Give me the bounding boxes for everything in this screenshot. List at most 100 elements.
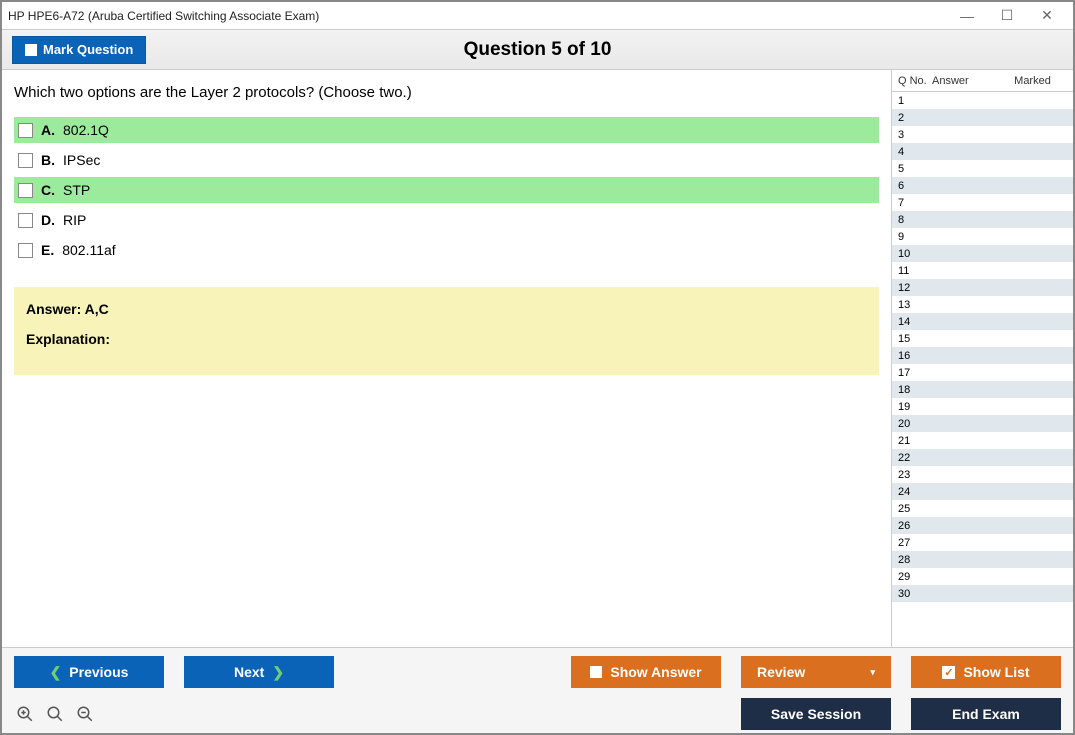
answer-line: Answer: A,C bbox=[26, 301, 867, 317]
question-list-row[interactable]: 8 bbox=[892, 211, 1073, 228]
review-label: Review bbox=[757, 664, 805, 680]
window-controls: — ☐ ✕ bbox=[947, 3, 1067, 29]
question-list-body[interactable]: 1234567891011121314151617181920212223242… bbox=[892, 92, 1073, 647]
save-session-button[interactable]: Save Session bbox=[741, 698, 891, 730]
zoom-reset-icon[interactable] bbox=[44, 703, 66, 725]
question-list-row[interactable]: 27 bbox=[892, 534, 1073, 551]
question-list-row[interactable]: 24 bbox=[892, 483, 1073, 500]
footer-row-primary: ❮ Previous Next ❯ Show Answer Review ▾ ✓… bbox=[14, 656, 1061, 688]
option-row-b[interactable]: B.IPSec bbox=[14, 147, 879, 173]
header-bar: Mark Question Question 5 of 10 bbox=[2, 30, 1073, 70]
question-list-row[interactable]: 1 bbox=[892, 92, 1073, 109]
question-list-row[interactable]: 13 bbox=[892, 296, 1073, 313]
zoom-in-icon[interactable] bbox=[14, 703, 36, 725]
content-area: Which two options are the Layer 2 protoc… bbox=[2, 70, 1073, 647]
option-checkbox[interactable] bbox=[18, 183, 33, 198]
qlist-number: 5 bbox=[892, 163, 932, 175]
question-list-row[interactable]: 19 bbox=[892, 398, 1073, 415]
option-checkbox[interactable] bbox=[18, 243, 33, 258]
question-list-row[interactable]: 11 bbox=[892, 262, 1073, 279]
window-titlebar: HP HPE6-A72 (Aruba Certified Switching A… bbox=[2, 2, 1073, 30]
question-list-row[interactable]: 29 bbox=[892, 568, 1073, 585]
question-list-row[interactable]: 12 bbox=[892, 279, 1073, 296]
show-list-check-icon: ✓ bbox=[942, 666, 955, 679]
question-list-header: Q No. Answer Marked bbox=[892, 70, 1073, 92]
question-list-row[interactable]: 23 bbox=[892, 466, 1073, 483]
chevron-left-icon: ❮ bbox=[50, 664, 62, 681]
question-list-row[interactable]: 17 bbox=[892, 364, 1073, 381]
question-list-row[interactable]: 9 bbox=[892, 228, 1073, 245]
option-row-e[interactable]: E.802.11af bbox=[14, 237, 879, 263]
question-list-row[interactable]: 30 bbox=[892, 585, 1073, 602]
qlist-number: 28 bbox=[892, 554, 932, 566]
question-list-row[interactable]: 20 bbox=[892, 415, 1073, 432]
option-text: 802.1Q bbox=[63, 122, 109, 138]
option-row-c[interactable]: C.STP bbox=[14, 177, 879, 203]
question-list-row[interactable]: 3 bbox=[892, 126, 1073, 143]
previous-button[interactable]: ❮ Previous bbox=[14, 656, 164, 688]
end-exam-label: End Exam bbox=[952, 706, 1020, 722]
question-list-row[interactable]: 4 bbox=[892, 143, 1073, 160]
col-marked: Marked bbox=[992, 75, 1073, 87]
qlist-number: 17 bbox=[892, 367, 932, 379]
mark-question-label: Mark Question bbox=[43, 42, 133, 57]
question-list-row[interactable]: 14 bbox=[892, 313, 1073, 330]
zoom-out-icon[interactable] bbox=[74, 703, 96, 725]
question-list-row[interactable]: 7 bbox=[892, 194, 1073, 211]
question-panel: Which two options are the Layer 2 protoc… bbox=[2, 70, 891, 647]
qlist-number: 4 bbox=[892, 146, 932, 158]
question-list-row[interactable]: 2 bbox=[892, 109, 1073, 126]
window-maximize-button[interactable]: ☐ bbox=[987, 3, 1027, 29]
question-list-row[interactable]: 18 bbox=[892, 381, 1073, 398]
option-row-a[interactable]: A.802.1Q bbox=[14, 117, 879, 143]
show-answer-checkbox-icon bbox=[590, 666, 602, 678]
dropdown-icon: ▾ bbox=[870, 667, 875, 678]
qlist-number: 2 bbox=[892, 112, 932, 124]
save-session-label: Save Session bbox=[771, 706, 861, 722]
previous-label: Previous bbox=[69, 664, 128, 680]
qlist-number: 20 bbox=[892, 418, 932, 430]
qlist-number: 14 bbox=[892, 316, 932, 328]
review-button[interactable]: Review ▾ bbox=[741, 656, 891, 688]
footer-row-secondary: Save Session End Exam bbox=[14, 698, 1061, 730]
option-checkbox[interactable] bbox=[18, 123, 33, 138]
option-checkbox[interactable] bbox=[18, 213, 33, 228]
question-list-row[interactable]: 26 bbox=[892, 517, 1073, 534]
question-list-row[interactable]: 5 bbox=[892, 160, 1073, 177]
qlist-number: 24 bbox=[892, 486, 932, 498]
end-exam-button[interactable]: End Exam bbox=[911, 698, 1061, 730]
show-list-button[interactable]: ✓ Show List bbox=[911, 656, 1061, 688]
next-button[interactable]: Next ❯ bbox=[184, 656, 334, 688]
option-text: RIP bbox=[63, 212, 86, 228]
question-list-row[interactable]: 15 bbox=[892, 330, 1073, 347]
option-letter: C. bbox=[41, 182, 55, 198]
show-answer-button[interactable]: Show Answer bbox=[571, 656, 721, 688]
qlist-number: 26 bbox=[892, 520, 932, 532]
qlist-number: 15 bbox=[892, 333, 932, 345]
explanation-label: Explanation: bbox=[26, 331, 867, 347]
question-text: Which two options are the Layer 2 protoc… bbox=[14, 84, 879, 101]
window-close-button[interactable]: ✕ bbox=[1027, 3, 1067, 29]
mark-question-button[interactable]: Mark Question bbox=[12, 36, 146, 64]
qlist-number: 11 bbox=[892, 265, 932, 277]
footer-bar: ❮ Previous Next ❯ Show Answer Review ▾ ✓… bbox=[2, 647, 1073, 733]
answer-label: Answer: bbox=[26, 301, 81, 317]
question-list-row[interactable]: 6 bbox=[892, 177, 1073, 194]
question-list-row[interactable]: 21 bbox=[892, 432, 1073, 449]
question-list-row[interactable]: 22 bbox=[892, 449, 1073, 466]
window-minimize-button[interactable]: — bbox=[947, 3, 987, 29]
question-list-row[interactable]: 28 bbox=[892, 551, 1073, 568]
qlist-number: 9 bbox=[892, 231, 932, 243]
qlist-number: 3 bbox=[892, 129, 932, 141]
option-checkbox[interactable] bbox=[18, 153, 33, 168]
question-list-row[interactable]: 16 bbox=[892, 347, 1073, 364]
qlist-number: 7 bbox=[892, 197, 932, 209]
answer-explanation-box: Answer: A,C Explanation: bbox=[14, 287, 879, 375]
option-row-d[interactable]: D.RIP bbox=[14, 207, 879, 233]
qlist-number: 27 bbox=[892, 537, 932, 549]
options-list: A.802.1Q B.IPSec C.STP D.RIP E.802.11af bbox=[14, 117, 879, 263]
qlist-number: 30 bbox=[892, 588, 932, 600]
question-list-row[interactable]: 25 bbox=[892, 500, 1073, 517]
qlist-number: 13 bbox=[892, 299, 932, 311]
question-list-row[interactable]: 10 bbox=[892, 245, 1073, 262]
